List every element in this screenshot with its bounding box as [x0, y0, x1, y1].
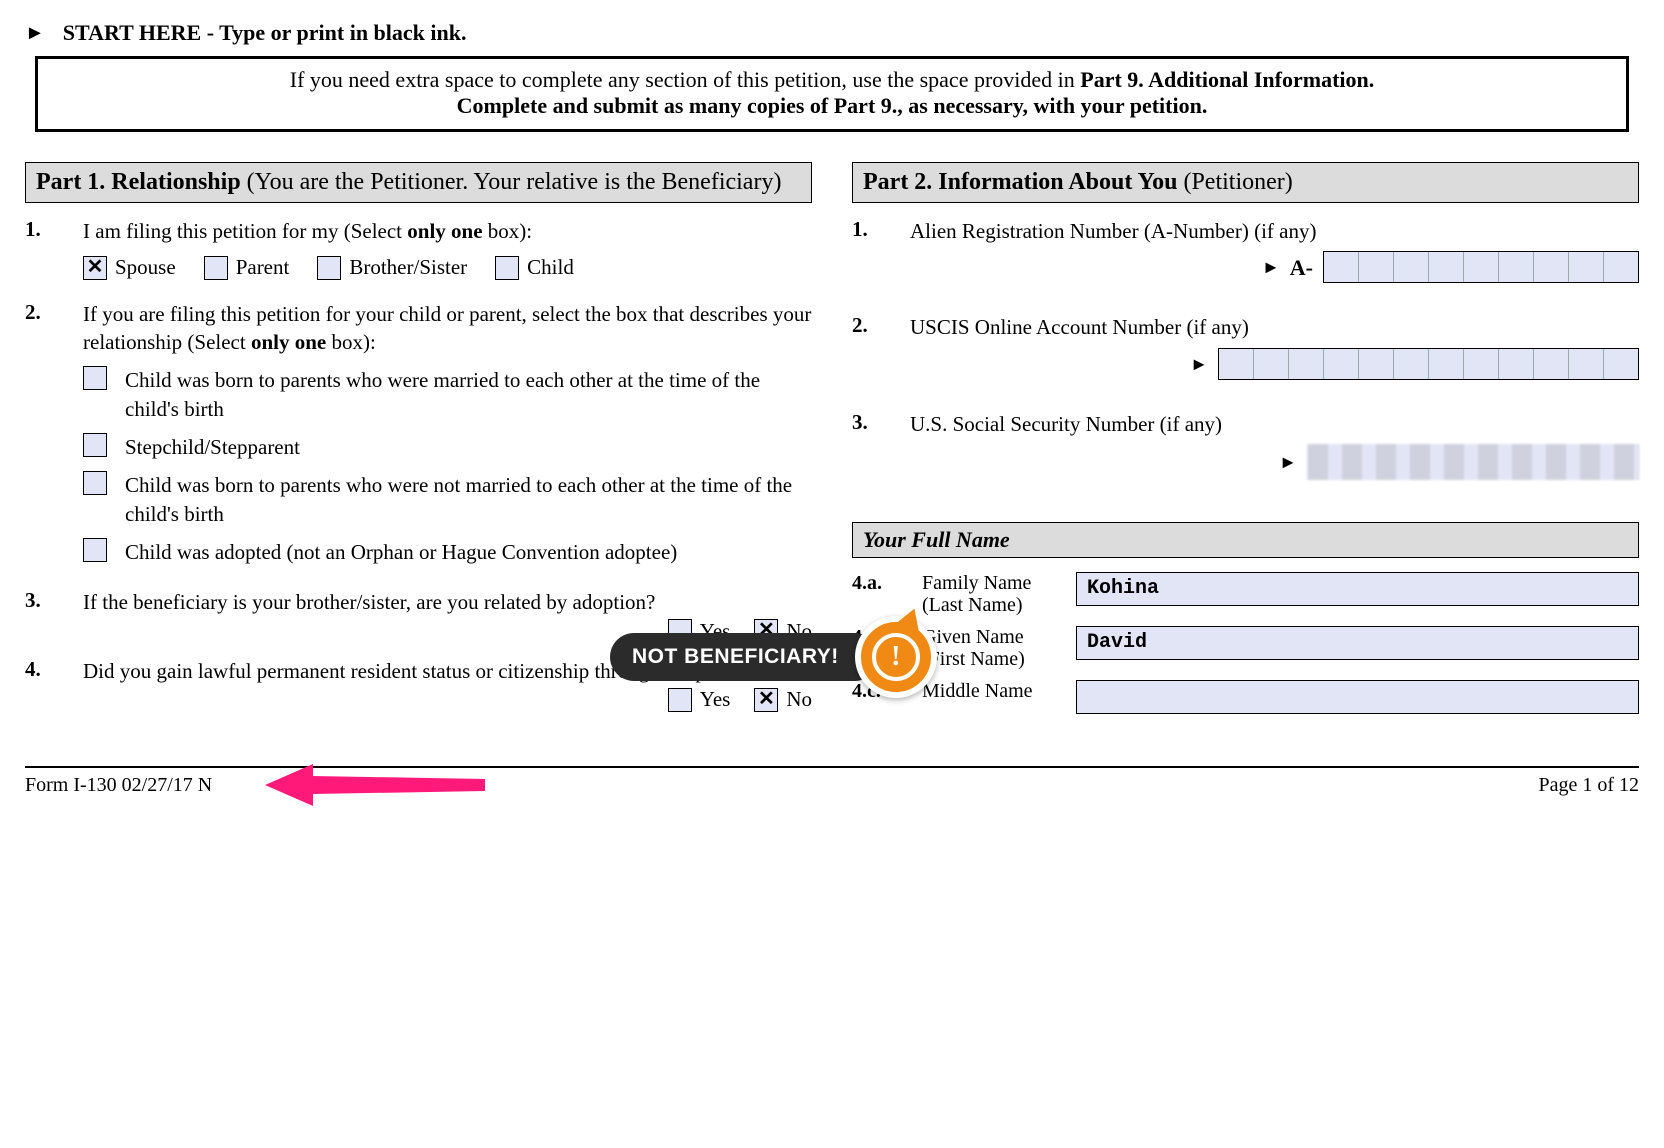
part1-q1: 1. I am filing this petition for my (Sel…: [25, 217, 812, 288]
a-number-prefix: A-: [1290, 253, 1313, 283]
pointer-icon: ►: [25, 22, 45, 45]
pointer-icon: ►: [1262, 255, 1280, 279]
checkbox-stepchild[interactable]: [83, 433, 107, 457]
page-footer: Form I-130 02/27/17 N Page 1 of 12: [25, 766, 1639, 797]
q4-number: 4.: [25, 657, 63, 714]
row-given-name: 4.b. Given Name(First Name) David: [852, 626, 1639, 670]
checkbox-child-unmarried-parents[interactable]: [83, 471, 107, 495]
row-middle-name: 4.c. Middle Name: [852, 680, 1639, 714]
label-child-unmarried-parents: Child was born to parents who were not m…: [125, 471, 812, 528]
uscis-account-input[interactable]: [1218, 348, 1639, 380]
input-family-name[interactable]: Kohina: [1076, 572, 1639, 606]
notice-line2: Complete and submit as many copies of Pa…: [457, 93, 1208, 118]
p2q3-number: 3.: [852, 410, 890, 498]
label-middle-name: Middle Name: [922, 680, 1033, 702]
exclamation-icon: !: [872, 633, 920, 681]
label-spouse: Spouse: [115, 253, 176, 281]
num-4a: 4.a.: [852, 572, 908, 595]
label-parent: Parent: [236, 253, 290, 281]
warning-badge-icon: !: [855, 616, 937, 698]
q3-number: 3.: [25, 588, 63, 645]
q1-text-pre: I am filing this petition for my (Select: [83, 219, 407, 243]
p2q1-text: Alien Registration Number (A-Number) (if…: [910, 217, 1639, 245]
part2-q3: 3. U.S. Social Security Number (if any) …: [852, 410, 1639, 498]
label-child: Child: [527, 253, 574, 281]
p2q3-text: U.S. Social Security Number (if any): [910, 410, 1639, 438]
label-child-married-parents: Child was born to parents who were marri…: [125, 366, 812, 423]
label-stepchild: Stepchild/Stepparent: [125, 433, 812, 461]
sublabel-first-name: (First Name): [922, 648, 1025, 670]
sublabel-last-name: (Last Name): [922, 594, 1023, 616]
q2-text-post: box):: [326, 330, 376, 354]
p2q1-number: 1.: [852, 217, 890, 301]
checkbox-child-adopted[interactable]: [83, 538, 107, 562]
part2-subtitle: (Petitioner): [1177, 169, 1292, 195]
q2-only-one: only one: [251, 330, 326, 354]
part2-title: Part 2. Information About You: [863, 169, 1177, 195]
checkbox-spouse[interactable]: ✕: [83, 256, 107, 280]
pointer-icon: ►: [1190, 352, 1208, 376]
annotation-callout: NOT BENEFICIARY! !: [610, 616, 937, 698]
p2q2-number: 2.: [852, 313, 890, 397]
pointer-icon: ►: [1279, 450, 1297, 474]
label-brother-sister: Brother/Sister: [349, 253, 467, 281]
callout-text: NOT BENEFICIARY!: [610, 633, 879, 681]
extra-space-notice: If you need extra space to complete any …: [35, 56, 1629, 132]
start-here-line: ► START HERE - Type or print in black in…: [25, 20, 1639, 46]
p2q2-text: USCIS Online Account Number (if any): [910, 313, 1639, 341]
full-name-subheader: Your Full Name: [852, 522, 1639, 558]
q3-text: If the beneficiary is your brother/siste…: [83, 590, 655, 614]
part1-subtitle: (You are the Petitioner. Your relative i…: [241, 169, 782, 195]
checkbox-brother-sister[interactable]: [317, 256, 341, 280]
q1-number: 1.: [25, 217, 63, 288]
checkbox-child-married-parents[interactable]: [83, 366, 107, 390]
notice-bold: Part 9. Additional Information.: [1080, 67, 1374, 92]
page-number-label: Page 1 of 12: [1538, 774, 1639, 797]
start-here-text: START HERE - Type or print in black ink.: [63, 20, 467, 46]
checkbox-child[interactable]: [495, 256, 519, 280]
q1-text-post: box):: [483, 219, 533, 243]
q2-number: 2.: [25, 300, 63, 577]
q1-only-one: only one: [407, 219, 482, 243]
notice-prefix: If you need extra space to complete any …: [290, 67, 1081, 92]
label-child-adopted: Child was adopted (not an Orphan or Hagu…: [125, 538, 812, 566]
label-family-name: Family Name: [922, 572, 1031, 594]
checkbox-parent[interactable]: [204, 256, 228, 280]
a-number-input[interactable]: [1323, 251, 1639, 283]
part2-header: Part 2. Information About You (Petitione…: [852, 162, 1639, 203]
annotation-arrow-left-icon: [265, 762, 485, 808]
q2-text-pre: If you are filing this petition for your…: [83, 302, 811, 354]
part2-q1: 1. Alien Registration Number (A-Number) …: [852, 217, 1639, 301]
part1-q2: 2. If you are filing this petition for y…: [25, 300, 812, 577]
row-family-name: 4.a. Family Name(Last Name) Kohina: [852, 572, 1639, 616]
part1-title: Part 1. Relationship: [36, 169, 241, 195]
ssn-input-redacted[interactable]: [1307, 444, 1639, 480]
input-middle-name[interactable]: [1076, 680, 1639, 714]
part2-column: Part 2. Information About You (Petitione…: [852, 162, 1639, 726]
form-edition-label: Form I-130 02/27/17 N: [25, 774, 212, 797]
part2-q2: 2. USCIS Online Account Number (if any) …: [852, 313, 1639, 397]
part1-header: Part 1. Relationship (You are the Petiti…: [25, 162, 812, 203]
label-given-name: Given Name: [922, 626, 1024, 648]
input-given-name[interactable]: David: [1076, 626, 1639, 660]
